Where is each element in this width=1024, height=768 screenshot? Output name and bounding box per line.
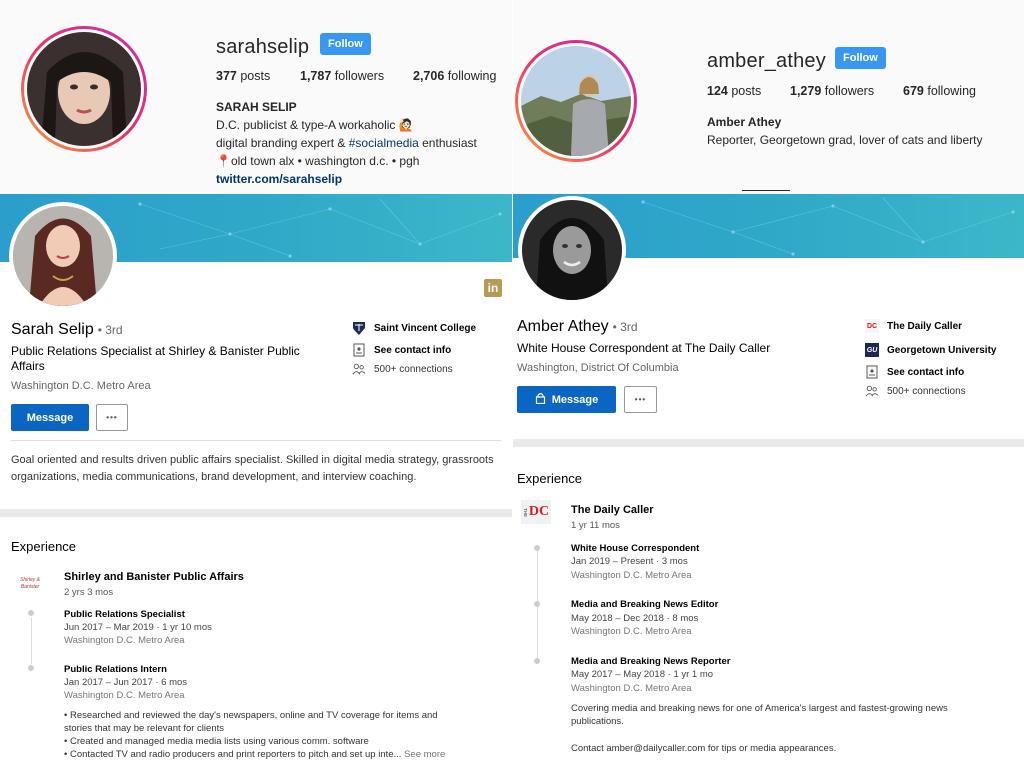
sarah-role-dates-1: Jun 2017 – Mar 2019 · 1 yr 10 mos (64, 622, 212, 633)
sarah-li-summary: Goal oriented and results driven public … (11, 454, 494, 483)
amber-role-location-3: Washington D.C. Metro Area (571, 683, 692, 694)
amber-followers-stat[interactable]: 1,279 followers (790, 84, 903, 98)
sarah-ig-bio: D.C. publicist & type-A workaholic 🙋🏻 di… (216, 116, 477, 170)
amber-li-name: Amber Athey • 3rd (517, 318, 638, 335)
amber-posts-stat[interactable]: 124 posts (707, 84, 790, 98)
sarah-li-headline: Public Relations Specialist at Shirley &… (11, 344, 300, 373)
amber-role-description: Covering media and breaking news for one… (571, 703, 948, 754)
sarah-ig-avatar[interactable] (21, 26, 147, 152)
sarah-li-avatar[interactable] (9, 202, 117, 310)
sarah-role-title-1[interactable]: Public Relations Specialist (64, 609, 185, 620)
divider (11, 440, 501, 441)
amber-experience-heading: Experience (517, 471, 583, 486)
sarah-role-location-2: Washington D.C. Metro Area (64, 690, 185, 701)
sarah-posts-stat[interactable]: 377 posts (216, 69, 300, 83)
timeline-dot (534, 658, 540, 664)
shield-icon (352, 321, 366, 335)
sarah-following-stat[interactable]: 2,706 following (413, 69, 496, 83)
timeline-dot (28, 610, 34, 616)
amber-role-title-3[interactable]: Media and Breaking News Reporter (571, 656, 730, 667)
amber-li-location: Washington, District Of Columbia (517, 362, 679, 374)
daily-caller-logo-icon: DC (865, 319, 879, 333)
sarah-instagram-panel: sarahselip Follow 377 posts 1,787 follow… (0, 0, 512, 194)
timeline-dot (534, 601, 540, 607)
tab-underline (742, 190, 790, 191)
amber-ig-fullname: Amber Athey (707, 115, 782, 129)
amber-role-dates-1: Jan 2019 – Present · 3 mos (571, 556, 688, 567)
timeline-line (31, 618, 32, 664)
sarah-li-photo (13, 206, 113, 306)
sarah-ig-username: sarahselip (216, 36, 310, 58)
amber-message-button[interactable]: Message (517, 386, 616, 413)
sarah-company-duration: 2 yrs 3 mos (64, 587, 114, 598)
amber-connections[interactable]: 500+ connections (865, 384, 966, 398)
contact-card-icon (352, 343, 366, 357)
amber-ig-username: amber_athey (707, 50, 826, 72)
amber-linkedin-panel: Amber Athey • 3rd White House Corresponde… (513, 194, 1024, 768)
sarah-follow-button[interactable]: Follow (320, 33, 371, 55)
timeline-dot (534, 545, 540, 551)
sarah-bio-line-2: digital branding expert & #socialmedia e… (216, 136, 477, 150)
shirley-banister-logo: Shirley & Banister (19, 577, 40, 590)
sarah-twitter-link[interactable]: twitter.com/sarahselip (216, 172, 342, 186)
amber-instagram-panel: amber_athey Follow 124 posts 1,279 follo… (513, 0, 1024, 194)
sarah-ig-photo (27, 32, 141, 146)
sarah-li-location: Washington D.C. Metro Area (11, 380, 151, 392)
amber-li-photo (522, 200, 622, 300)
sarah-role-dates-2: Jan 2017 – Jun 2017 · 6 mos (64, 677, 188, 688)
amber-follow-button[interactable]: Follow (835, 47, 886, 69)
sarah-bio-line-3: 📍old town alx • washington d.c. • pgh (216, 154, 420, 168)
contact-card-icon (865, 365, 879, 379)
people-icon (865, 384, 879, 398)
amber-role-location-2: Washington D.C. Metro Area (571, 626, 692, 637)
daily-caller-logo: THE DC (521, 500, 551, 524)
amber-li-avatar[interactable] (518, 196, 626, 304)
amber-ig-photo (521, 46, 631, 156)
sarah-contact-info[interactable]: See contact info (352, 343, 451, 357)
timeline-line (537, 551, 538, 663)
section-gap (513, 439, 1024, 447)
amber-ig-stats: 124 posts 1,279 followers 679 following (707, 84, 976, 98)
lock-icon (535, 392, 546, 407)
amber-following-stat[interactable]: 679 following (903, 84, 976, 98)
amber-role-location-1: Washington D.C. Metro Area (571, 570, 692, 581)
sarah-bio-line-1: D.C. publicist & type-A workaholic 🙋🏻 (216, 118, 414, 132)
section-gap (0, 509, 512, 517)
sarah-experience-heading: Experience (11, 539, 77, 554)
sarah-connections[interactable]: 500+ connections (352, 362, 453, 376)
georgetown-logo-icon: GU (865, 343, 879, 357)
amber-ig-avatar[interactable] (515, 40, 637, 162)
amber-employer-item[interactable]: DC The Daily Caller (865, 319, 962, 333)
amber-company-duration: 1 yr 11 mos (571, 520, 620, 531)
timeline-dot (28, 665, 34, 671)
sarah-ig-fullname: SARAH SELIP (216, 100, 297, 114)
sarah-li-name: Sarah Selip • 3rd (11, 321, 123, 338)
socialmedia-hashtag-link[interactable]: #socialmedia (349, 136, 419, 150)
people-icon (352, 362, 366, 376)
amber-li-headline: White House Correspondent at The Daily C… (517, 341, 771, 355)
linkedin-icon[interactable]: in (484, 279, 502, 297)
amber-more-button[interactable]: ••• (624, 386, 657, 413)
amber-contact-info[interactable]: See contact info (865, 365, 964, 379)
amber-role-dates-2: May 2018 – Dec 2018 · 8 mos (571, 613, 699, 624)
amber-ig-bio: Reporter, Georgetown grad, lover of cats… (707, 133, 983, 147)
sarah-company-name[interactable]: Shirley and Banister Public Affairs (64, 571, 244, 583)
sarah-role-description: • Researched and reviewed the day's news… (64, 710, 446, 760)
amber-company-name[interactable]: The Daily Caller (571, 504, 654, 516)
sarah-school-item[interactable]: Saint Vincent College (352, 321, 476, 335)
amber-role-dates-3: May 2017 – May 2018 · 1 yr 1 mo (571, 669, 714, 680)
sarah-followers-stat[interactable]: 1,787 followers (300, 69, 413, 83)
see-more-link[interactable]: See more (404, 749, 445, 760)
sarah-more-button[interactable]: ••• (96, 404, 128, 431)
sarah-message-button[interactable]: Message (11, 404, 89, 431)
amber-school-item[interactable]: GU Georgetown University (865, 343, 996, 357)
sarah-linkedin-panel: in Sarah Selip • 3rd Public Relations Spe… (0, 194, 512, 768)
amber-role-title-1[interactable]: White House Correspondent (571, 543, 699, 554)
sarah-role-location-1: Washington D.C. Metro Area (64, 635, 185, 646)
amber-role-title-2[interactable]: Media and Breaking News Editor (571, 599, 718, 610)
sarah-role-title-2[interactable]: Public Relations Intern (64, 664, 167, 675)
sarah-ig-stats: 377 posts 1,787 followers 2,706 followin… (216, 69, 496, 83)
